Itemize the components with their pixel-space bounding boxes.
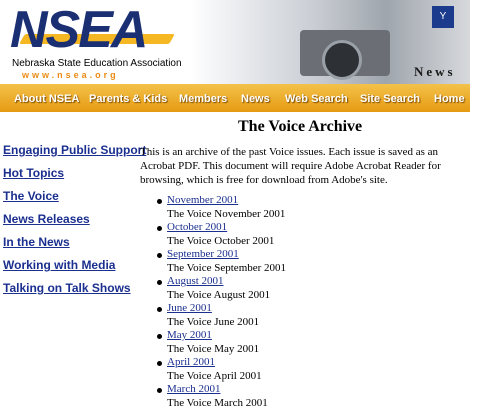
sidebar-item-talking-on-talk-shows[interactable]: Talking on Talk Shows: [3, 281, 137, 295]
nav-parents-kids[interactable]: Parents & Kids: [89, 93, 167, 105]
issue-description: The Voice November 2001: [167, 208, 286, 220]
sidebar-item-working-with-media[interactable]: Working with Media: [3, 258, 137, 272]
sidebar-item-the-voice[interactable]: The Voice: [3, 189, 137, 203]
issue-description: The Voice August 2001: [167, 289, 271, 301]
bullet-icon: [157, 361, 162, 366]
nav-bar: About NSEA Parents & Kids Members News W…: [0, 84, 470, 112]
issue-description: The Voice June 2001: [167, 316, 260, 328]
nsea-logo[interactable]: NSEA: [10, 2, 148, 58]
issue-link[interactable]: May 2001: [167, 329, 212, 341]
issue-description: The Voice March 2001: [167, 397, 268, 409]
bullet-icon: [157, 280, 162, 285]
issue-link[interactable]: August 2001: [167, 275, 224, 287]
issue-description: The Voice October 2001: [167, 235, 275, 247]
nav-news[interactable]: News: [241, 93, 270, 105]
site-header: Y NSEA Nebraska State Education Associat…: [0, 0, 470, 84]
sidebar-item-engaging-public-support[interactable]: Engaging Public Support: [3, 143, 146, 157]
camera-lens: [322, 40, 362, 80]
sidebar-item-hot-topics[interactable]: Hot Topics: [3, 166, 137, 180]
issue-link[interactable]: June 2001: [167, 302, 212, 314]
bullet-icon: [157, 388, 162, 393]
bullet-icon: [157, 199, 162, 204]
sidebar-item-in-the-news[interactable]: In the News: [3, 235, 137, 249]
bullet-icon: [157, 226, 162, 231]
header-badge: Y: [432, 6, 454, 28]
association-name: Nebraska State Education Association: [12, 58, 182, 69]
nav-web-search[interactable]: Web Search: [285, 93, 348, 105]
site-url: www.nsea.org: [22, 70, 119, 80]
issue-link[interactable]: April 2001: [167, 356, 215, 368]
sidebar-item-news-releases[interactable]: News Releases: [3, 212, 137, 226]
nav-site-search[interactable]: Site Search: [360, 93, 420, 105]
issue-description: The Voice September 2001: [167, 262, 287, 274]
bullet-icon: [157, 307, 162, 312]
section-label: News: [414, 64, 456, 79]
issue-link[interactable]: November 2001: [167, 194, 238, 206]
page-title: The Voice Archive: [238, 118, 363, 135]
intro-paragraph: This is an archive of the past Voice iss…: [140, 146, 441, 186]
issue-link[interactable]: September 2001: [167, 248, 239, 260]
issue-description: The Voice May 2001: [167, 343, 260, 355]
bullet-icon: [157, 253, 162, 258]
nav-home[interactable]: Home: [434, 93, 465, 105]
nav-about-nsea[interactable]: About NSEA: [14, 93, 79, 105]
nav-members[interactable]: Members: [179, 93, 227, 105]
sidebar: Engaging Public Support Hot Topics The V…: [3, 143, 146, 304]
bullet-icon: [157, 334, 162, 339]
issue-link[interactable]: March 2001: [167, 383, 220, 395]
issue-description: The Voice April 2001: [167, 370, 262, 382]
issue-link[interactable]: October 2001: [167, 221, 227, 233]
